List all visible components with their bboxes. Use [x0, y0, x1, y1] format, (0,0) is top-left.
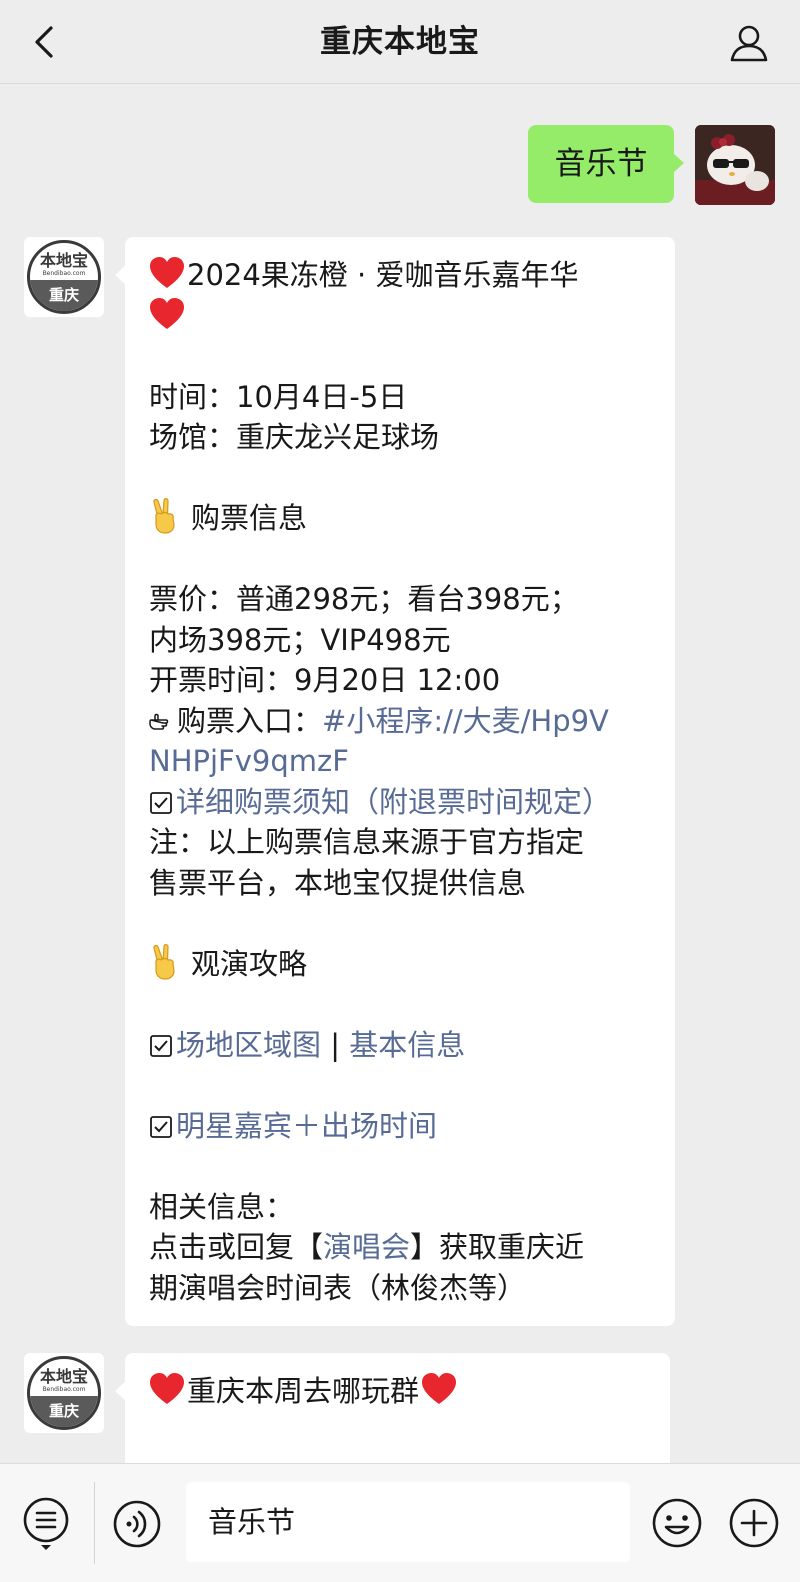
heart-icon	[422, 1373, 457, 1404]
divider	[94, 1482, 95, 1564]
entry-label: 购票入口：	[177, 703, 323, 738]
ticket-heading: 购票信息	[191, 501, 308, 535]
checkbox-icon	[150, 1115, 172, 1138]
related-line-2: 期演唱会时间表（林俊杰等）	[149, 1270, 527, 1305]
chat-area[interactable]: 音乐节 本地宝 Bendibao.com 重庆 2024果冻橙 · 爱咖音乐嘉年…	[0, 85, 800, 1463]
person-icon[interactable]	[728, 22, 770, 64]
account-avatar[interactable]: 本地宝 Bendibao.com 重庆	[24, 1353, 104, 1433]
bendibao-logo: 本地宝 Bendibao.com 重庆	[27, 1356, 101, 1430]
incoming-message[interactable]: 重庆本周去哪玩群	[115, 1353, 670, 1463]
heart-icon	[150, 1373, 184, 1404]
heart-icon	[150, 297, 184, 329]
pointing-hand-icon	[149, 713, 169, 730]
heart-icon	[150, 257, 184, 288]
group-title: 重庆本周去哪玩群	[187, 1374, 420, 1408]
incoming-message[interactable]: 2024果冻橙 · 爱咖音乐嘉年华 时间：10月4日-5日 场馆：重庆龙兴足球场…	[115, 237, 675, 1326]
menu-list-icon[interactable]	[22, 1496, 70, 1552]
checkbox-icon	[150, 791, 172, 814]
mini-program-link-continued[interactable]: NHPjFv9qmzF	[149, 741, 653, 782]
victory-hand-icon	[153, 943, 175, 980]
chat-header: 重庆本地宝	[0, 0, 800, 84]
concert-keyword-link[interactable]: 演唱会	[323, 1230, 410, 1264]
checkbox-icon	[150, 1034, 172, 1057]
message-input[interactable]	[186, 1482, 630, 1562]
sale-time: 开票时间：9月20日 12:00	[149, 663, 501, 697]
link-separator: |	[321, 1027, 350, 1062]
account-avatar[interactable]: 本地宝 Bendibao.com 重庆	[24, 237, 104, 317]
plus-icon[interactable]	[728, 1497, 780, 1549]
event-time: 时间：10月4日-5日	[149, 379, 408, 414]
event-venue: 场馆：重庆龙兴足球场	[149, 420, 440, 454]
input-bar	[0, 1463, 800, 1582]
chat-title: 重庆本地宝	[320, 24, 480, 60]
voice-icon[interactable]	[112, 1499, 162, 1549]
event-title: 2024果冻橙 · 爱咖音乐嘉年华	[187, 258, 579, 292]
price-line-1: 票价：普通298元；看台398元；	[149, 582, 579, 616]
victory-hand-icon	[153, 498, 175, 534]
note-line-1: 注：以上购票信息来源于官方指定	[149, 825, 585, 859]
note-line-2: 售票平台，本地宝仅提供信息	[149, 865, 527, 900]
mini-program-link[interactable]: #小程序://大麦/Hp9V	[322, 704, 609, 738]
bendibao-logo: 本地宝 Bendibao.com 重庆	[27, 240, 101, 314]
related-text-after: 】获取重庆近	[410, 1230, 585, 1264]
message-title-line: 2024果冻橙 · 爱咖音乐嘉年华	[149, 255, 653, 296]
user-avatar[interactable]	[695, 125, 775, 205]
ticket-notice-link[interactable]: 详细购票须知（附退票时间规定）	[176, 785, 611, 819]
venue-map-link[interactable]: 场地区域图	[176, 1028, 321, 1062]
outgoing-message[interactable]: 音乐节	[528, 125, 684, 203]
hello-kitty-avatar-image	[695, 125, 775, 205]
related-heading: 相关信息：	[149, 1189, 295, 1224]
guests-link[interactable]: 明星嘉宾＋出场时间	[176, 1109, 437, 1143]
emoji-icon[interactable]	[651, 1497, 703, 1549]
guide-heading: 观演攻略	[191, 946, 308, 981]
price-line-2: 内场398元；VIP498元	[149, 622, 451, 657]
related-text-before: 点击或回复【	[149, 1230, 324, 1264]
basic-info-link[interactable]: 基本信息	[349, 1028, 465, 1062]
